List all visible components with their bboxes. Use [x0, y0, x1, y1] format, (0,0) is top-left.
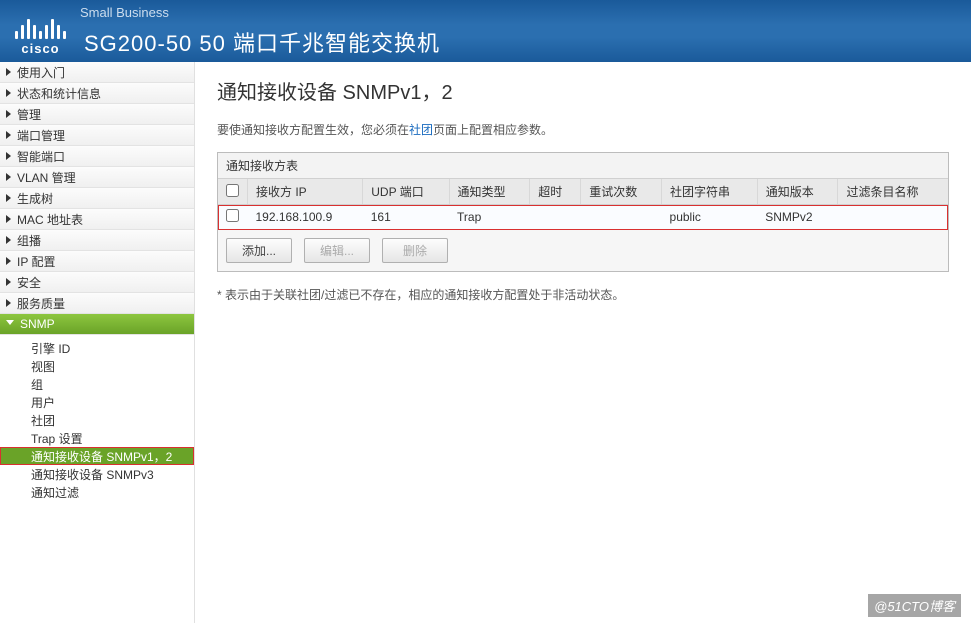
sub-views[interactable]: 视图 — [0, 357, 194, 375]
chevron-right-icon — [6, 131, 11, 139]
cell-ip: 192.168.100.9 — [248, 205, 363, 230]
chevron-right-icon — [6, 68, 11, 76]
sub-groups[interactable]: 组 — [0, 375, 194, 393]
col-udp-port: UDP 端口 — [363, 179, 449, 205]
footnote: * 表示由于关联社团/过滤已不存在，相应的通知接收方配置处于非活动状态。 — [217, 286, 949, 303]
sub-notif-filter[interactable]: 通知过滤 — [0, 483, 194, 501]
brand-subtitle: Small Business — [80, 5, 440, 20]
nav-smart-port[interactable]: 智能端口 — [0, 146, 194, 167]
col-retries: 重试次数 — [581, 179, 662, 205]
cell-port: 161 — [363, 205, 449, 230]
delete-button[interactable]: 删除 — [382, 238, 448, 263]
sub-engine-id[interactable]: 引擎 ID — [0, 339, 194, 357]
nav-status[interactable]: 状态和统计信息 — [0, 83, 194, 104]
snmp-submenu: 引擎 ID 视图 组 用户 社团 Trap 设置 通知接收设备 SNMPv1，2… — [0, 335, 194, 509]
cisco-logo: cisco — [15, 13, 66, 62]
cell-retries — [581, 205, 662, 230]
recipients-table: 通知接收方表 接收方 IP UDP 端口 通知类型 超时 重试次数 社团字符串 … — [217, 152, 949, 272]
community-link[interactable]: 社团 — [409, 123, 433, 137]
chevron-right-icon — [6, 215, 11, 223]
col-select-all[interactable] — [218, 179, 248, 205]
product-title: SG200-50 50 端口千兆智能交换机 — [84, 26, 440, 58]
chevron-right-icon — [6, 194, 11, 202]
chevron-right-icon — [6, 257, 11, 265]
sub-users[interactable]: 用户 — [0, 393, 194, 411]
col-version: 通知版本 — [757, 179, 838, 205]
nav-qos[interactable]: 服务质量 — [0, 293, 194, 314]
table-caption: 通知接收方表 — [218, 153, 948, 179]
col-recipient-ip: 接收方 IP — [248, 179, 363, 205]
cisco-logo-text: cisco — [21, 41, 59, 56]
page-title: 通知接收设备 SNMPv1，2 — [217, 76, 949, 105]
app-header: cisco Small Business SG200-50 50 端口千兆智能交… — [0, 0, 971, 62]
nav-snmp[interactable]: SNMP — [0, 314, 194, 335]
config-notice: 要使通知接收方配置生效，您必须在社团页面上配置相应参数。 — [217, 121, 949, 138]
row-checkbox[interactable] — [226, 209, 239, 222]
nav-vlan[interactable]: VLAN 管理 — [0, 167, 194, 188]
sub-notif-recipients-v1v2[interactable]: 通知接收设备 SNMPv1，2 — [0, 447, 194, 465]
table-header-row: 接收方 IP UDP 端口 通知类型 超时 重试次数 社团字符串 通知版本 过滤… — [218, 179, 948, 205]
col-filter-name: 过滤条目名称 — [838, 179, 948, 205]
cell-timeout — [530, 205, 581, 230]
edit-button[interactable]: 编辑... — [304, 238, 370, 263]
nav-getting-started[interactable]: 使用入门 — [0, 62, 194, 83]
cell-community: public — [662, 205, 758, 230]
chevron-right-icon — [6, 299, 11, 307]
chevron-right-icon — [6, 89, 11, 97]
chevron-right-icon — [6, 152, 11, 160]
nav-port-mgmt[interactable]: 端口管理 — [0, 125, 194, 146]
nav-mac-table[interactable]: MAC 地址表 — [0, 209, 194, 230]
main-content: 通知接收设备 SNMPv1，2 要使通知接收方配置生效，您必须在社团页面上配置相… — [195, 62, 971, 623]
nav-ip-config[interactable]: IP 配置 — [0, 251, 194, 272]
nav-spanning-tree[interactable]: 生成树 — [0, 188, 194, 209]
col-notif-type: 通知类型 — [449, 179, 530, 205]
chevron-right-icon — [6, 278, 11, 286]
nav-multicast[interactable]: 组播 — [0, 230, 194, 251]
sub-trap-settings[interactable]: Trap 设置 — [0, 429, 194, 447]
chevron-right-icon — [6, 173, 11, 181]
chevron-right-icon — [6, 110, 11, 118]
nav-admin[interactable]: 管理 — [0, 104, 194, 125]
chevron-right-icon — [6, 236, 11, 244]
sub-communities[interactable]: 社团 — [0, 411, 194, 429]
nav-security[interactable]: 安全 — [0, 272, 194, 293]
sidebar-nav: 使用入门 状态和统计信息 管理 端口管理 智能端口 VLAN 管理 生成树 MA… — [0, 62, 195, 623]
cell-type: Trap — [449, 205, 530, 230]
sub-notif-recipients-v3[interactable]: 通知接收设备 SNMPv3 — [0, 465, 194, 483]
table-actions: 添加... 编辑... 删除 — [218, 230, 948, 271]
watermark: @51CTO博客 — [868, 594, 961, 617]
cell-filter — [838, 205, 948, 230]
col-community: 社团字符串 — [662, 179, 758, 205]
chevron-down-icon — [6, 320, 14, 329]
col-timeout: 超时 — [530, 179, 581, 205]
cell-version: SNMPv2 — [757, 205, 838, 230]
add-button[interactable]: 添加... — [226, 238, 292, 263]
cisco-logo-icon — [15, 13, 66, 39]
table-row[interactable]: 192.168.100.9 161 Trap public SNMPv2 — [218, 205, 948, 230]
select-all-checkbox[interactable] — [226, 184, 239, 197]
